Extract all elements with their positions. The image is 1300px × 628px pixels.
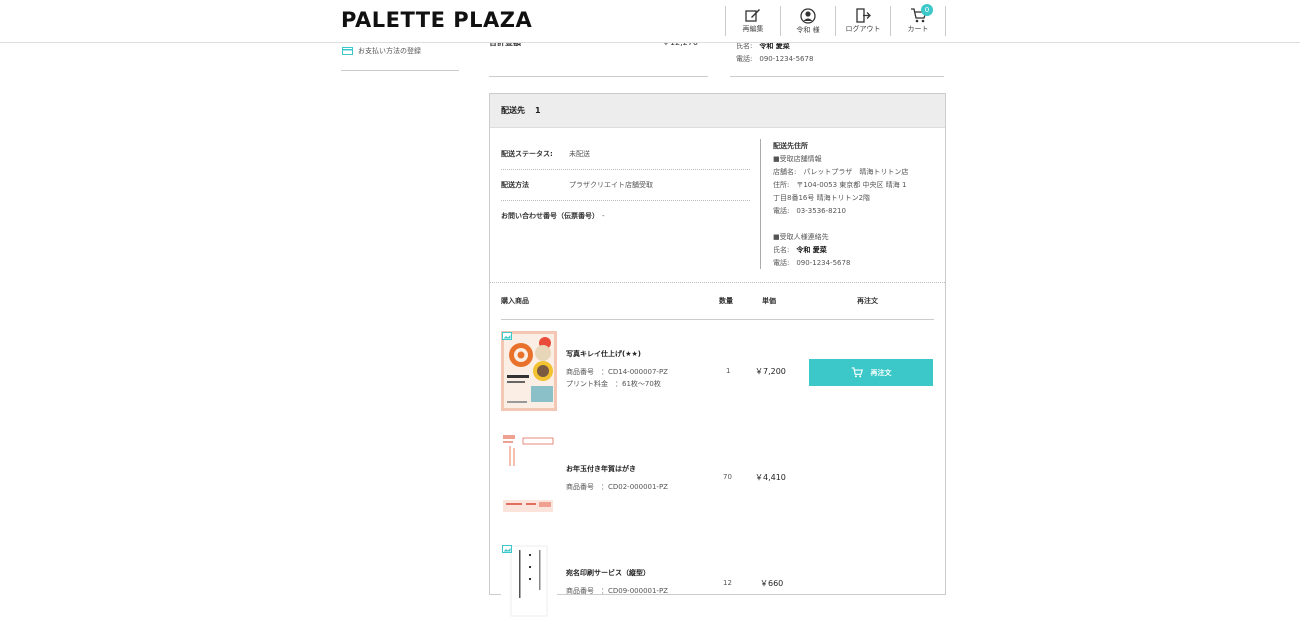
product-code: 商品番号 ：CD09-000001-PZ [566, 587, 668, 595]
delivery-number: 1 [535, 106, 541, 115]
site-header: PALETTE PLAZA 再編集 令和 様 ログアウト 0 カート [0, 0, 1300, 43]
buyer-phone: 090-1234-5678 [759, 55, 814, 63]
receiver-name: 令和 愛菜 [796, 246, 827, 254]
user-icon [800, 8, 816, 24]
section-divider [490, 282, 945, 283]
item-price: ￥660 [760, 579, 784, 588]
store-address-2: 丁目8番16号 晴海トリトン2階 [773, 194, 871, 202]
store-phone: 電話: 03-3536-8210 [773, 207, 846, 215]
status-row: 配送ステータス: 未配送 [501, 139, 750, 170]
product-code: 商品番号 ：CD02-000001-PZ [566, 483, 668, 491]
tracking-value: - [602, 212, 605, 220]
edit-icon [745, 9, 760, 22]
status-value: 未配送 [569, 150, 590, 158]
nav-cart-label: カート [907, 25, 929, 33]
item-qty: 1 [726, 367, 731, 375]
product-details: 商品番号 ：CD02-000001-PZ [566, 481, 668, 493]
buyer-name: 令和 愛菜 [759, 42, 790, 50]
nav-logout[interactable]: ログアウト [835, 6, 890, 36]
cart-icon [851, 367, 863, 378]
delivery-box: 配送先 1 配送ステータス: 未配送 配送方法 プラザクリエイト店舗受取 お問い合… [489, 93, 946, 624]
buyer-phone-label: 電話: [736, 55, 753, 63]
address-title: 配送先住所 [773, 142, 808, 150]
divider [489, 76, 708, 77]
item-qty: 70 [723, 473, 732, 481]
status-label: 配送ステータス: [501, 150, 553, 158]
item-qty: 12 [723, 579, 732, 587]
method-label: 配送方法 [501, 181, 529, 189]
store-header: ■受取店舗情報 [773, 155, 822, 163]
sidebar-divider [341, 70, 459, 71]
col-reorder: 再注文 [857, 297, 878, 305]
product-details: 商品番号 ：CD14-000007-PZ プリント料金 ：61枚～70枚 [566, 366, 668, 390]
receiver-phone: 電話: 090-1234-5678 [773, 259, 851, 267]
col-unit-price: 単価 [762, 297, 776, 305]
logout-icon [856, 8, 871, 23]
reorder-button[interactable]: 再注文 [809, 359, 933, 386]
divider [730, 76, 944, 77]
header-nav: 再編集 令和 様 ログアウト 0 カート [725, 4, 946, 36]
cart-count-badge: 0 [921, 4, 933, 16]
store-address-1: 住所: 〒104-0053 東京都 中央区 晴海 1 [773, 181, 907, 189]
payment-method-label: お支払い方法の登録 [358, 47, 421, 55]
receiver-header: ■受取人様連絡先 [773, 233, 829, 241]
method-row: 配送方法 プラザクリエイト店舗受取 [501, 170, 750, 201]
delivery-status-table: 配送ステータス: 未配送 配送方法 プラザクリエイト店舗受取 お問い合わせ番号（… [501, 139, 750, 231]
buyer-name-label: 氏名: [736, 42, 753, 50]
image-icon [502, 545, 512, 553]
site-logo[interactable]: PALETTE PLAZA [341, 8, 532, 32]
delivery-header: 配送先 1 [490, 94, 945, 128]
col-qty: 数量 [719, 297, 733, 305]
nav-logout-label: ログアウト [845, 25, 881, 33]
tracking-row: お問い合わせ番号（伝票番号） - [501, 201, 750, 231]
credit-card-icon [342, 47, 353, 55]
print-fee: プリント料金 ：61枚～70枚 [566, 380, 661, 388]
product-name[interactable]: お年玉付き年賀はがき [566, 464, 636, 474]
col-product: 購入商品 [501, 297, 529, 305]
payment-method-link[interactable]: お支払い方法の登録 [342, 46, 421, 56]
product-thumbnail[interactable] [501, 434, 557, 520]
item-price: ￥7,200 [755, 367, 786, 376]
item-price: ￥4,410 [755, 473, 786, 482]
product-name[interactable]: 写真キレイ仕上げ(★★) [566, 349, 641, 359]
buyer-info: 氏名: 令和 愛菜 電話: 090-1234-5678 [736, 40, 813, 66]
nav-edit[interactable]: 再編集 [725, 6, 780, 36]
address-print-image [510, 545, 548, 617]
nav-account[interactable]: 令和 様 [780, 6, 835, 36]
reorder-label: 再注文 [870, 368, 892, 377]
product-details: 商品番号 ：CD09-000001-PZ [566, 585, 668, 597]
product-thumbnail[interactable] [501, 544, 557, 624]
postcard-image [503, 435, 554, 512]
receiver-name-label: 氏名: [773, 246, 790, 254]
nav-cart[interactable]: 0 カート [890, 4, 946, 36]
tracking-label: お問い合わせ番号（伝票番号） [501, 212, 599, 220]
delivery-address: 配送先住所 ■受取店舗情報 店舗名: パレットプラザ 晴海トリトン店 住所: 〒… [773, 140, 933, 270]
nengajo-card-image [501, 331, 557, 411]
items-header-rule [501, 319, 934, 320]
product-name[interactable]: 宛名印刷サービス（縦型） [566, 568, 650, 578]
image-icon [502, 332, 512, 340]
product-code: 商品番号 ：CD14-000007-PZ [566, 368, 668, 376]
store-name: 店舗名: パレットプラザ 晴海トリトン店 [773, 168, 909, 176]
nav-edit-label: 再編集 [742, 25, 764, 33]
method-value: プラザクリエイト店舗受取 [569, 181, 653, 189]
nav-account-label: 令和 様 [796, 26, 820, 34]
delivery-title: 配送先 [501, 106, 525, 115]
column-divider [760, 139, 761, 269]
product-thumbnail[interactable] [501, 331, 557, 411]
